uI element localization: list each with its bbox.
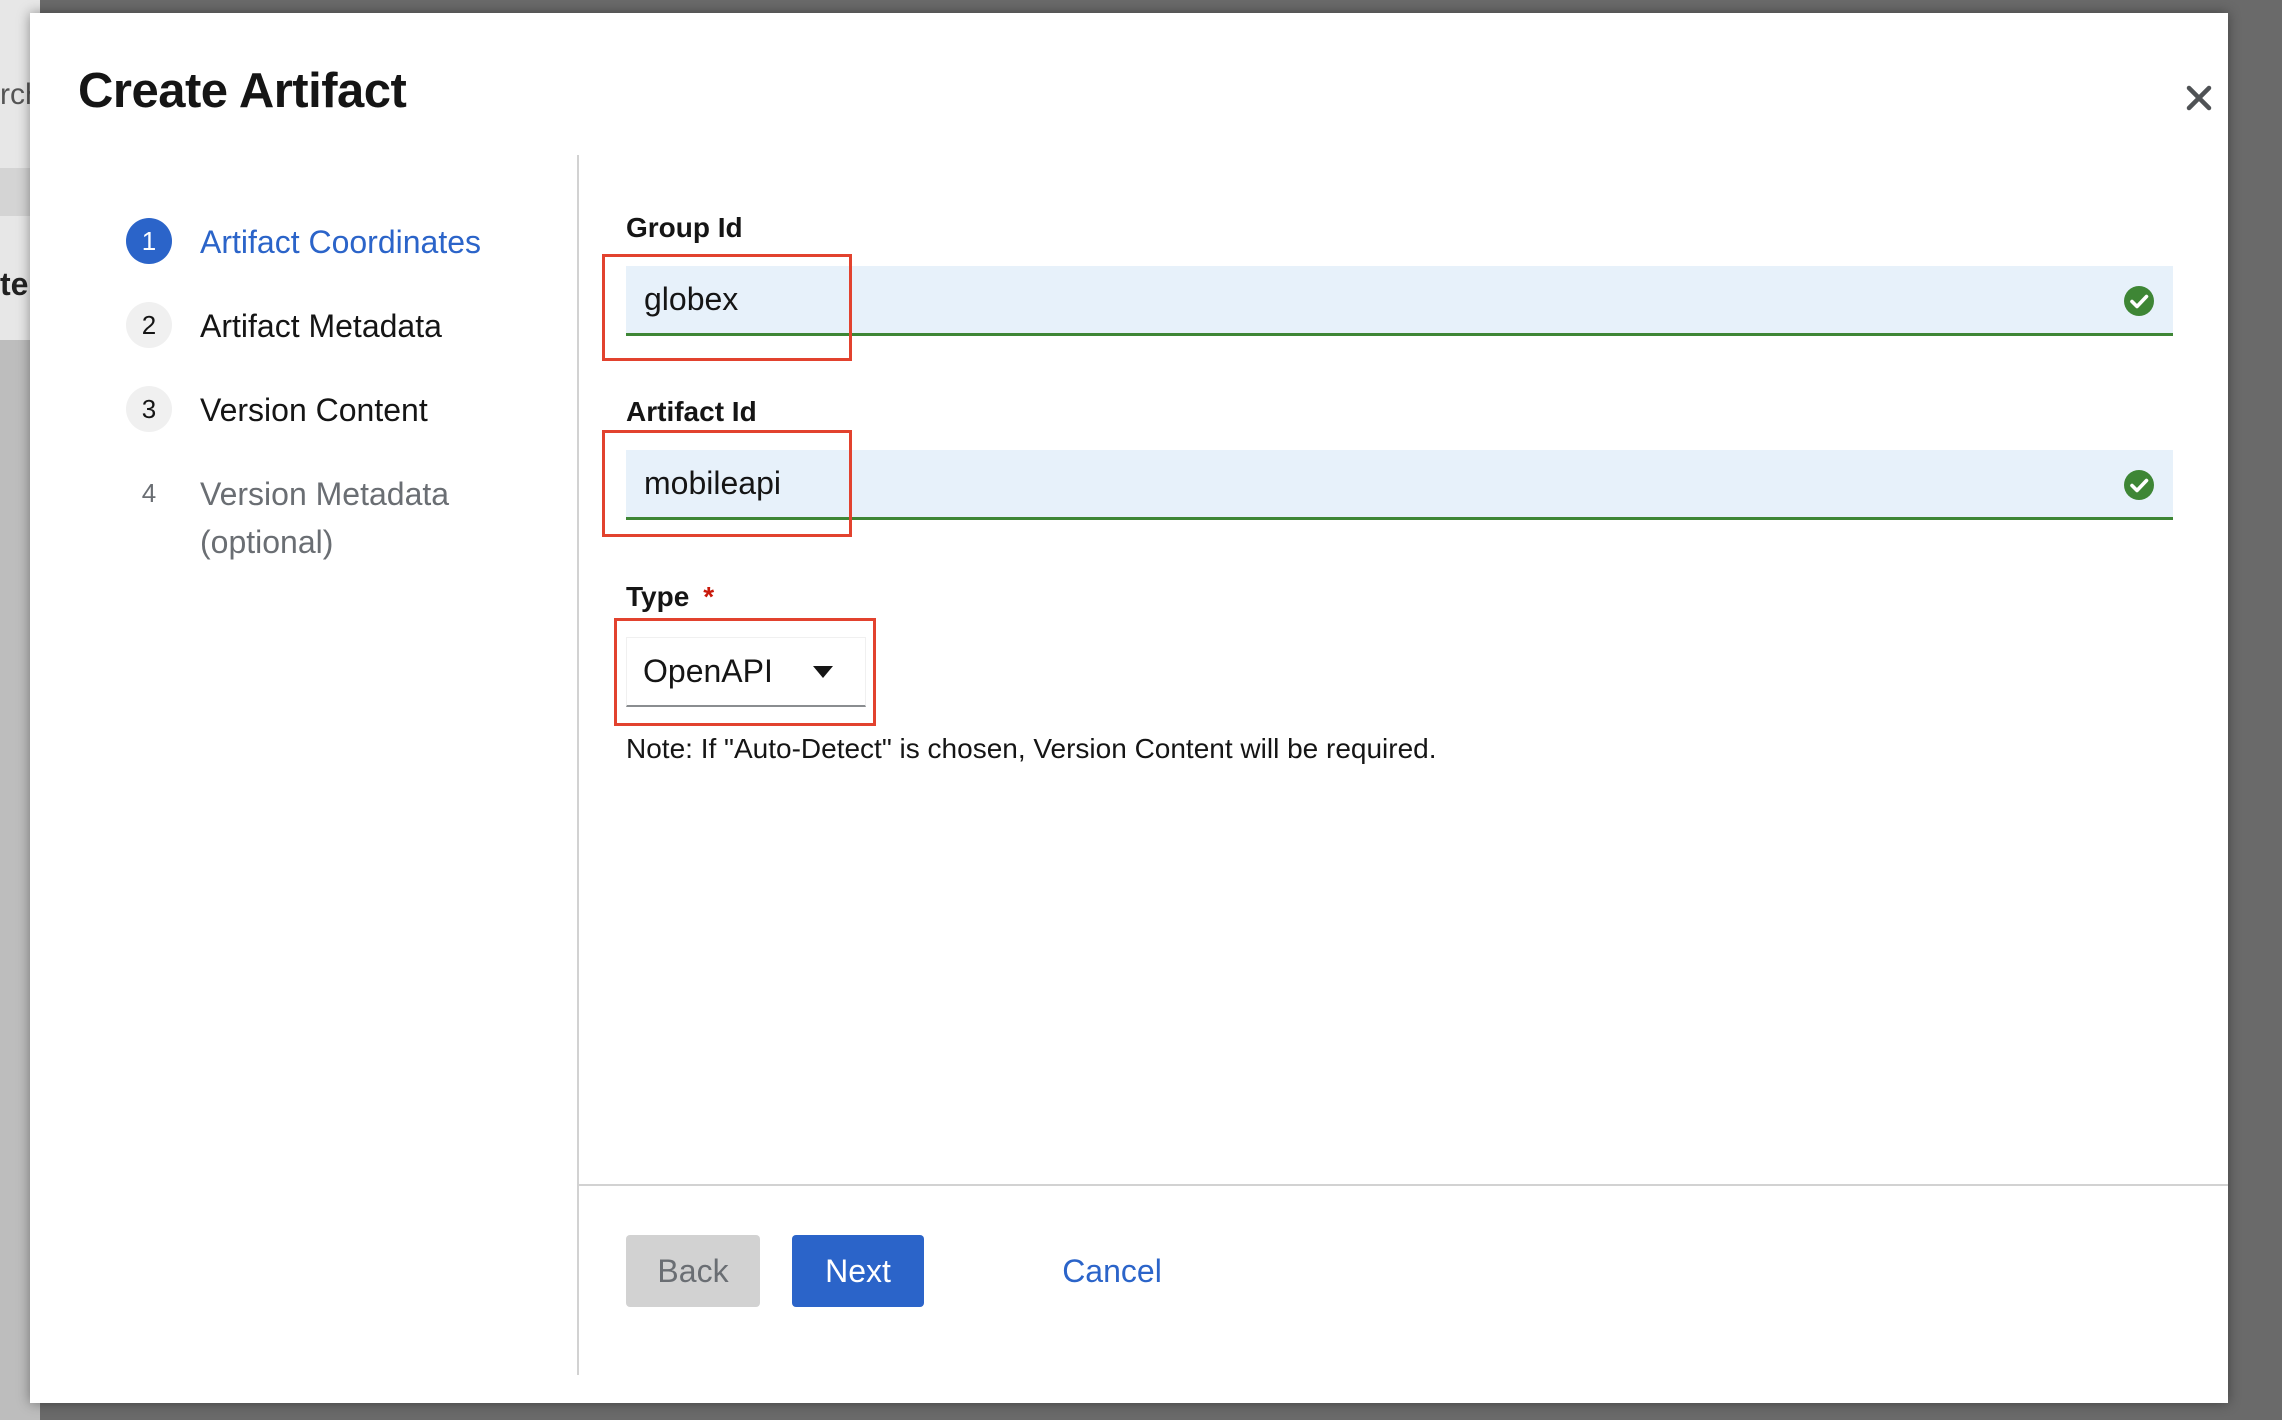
highlight-annotation — [602, 430, 852, 537]
create-artifact-modal: Create Artifact 1 Artifact Coordinates 2… — [30, 13, 2228, 1403]
group-id-input[interactable] — [642, 280, 2046, 319]
step-number: 2 — [126, 302, 172, 348]
step-number: 4 — [141, 477, 157, 508]
back-button[interactable]: Back — [626, 1235, 760, 1307]
type-label-text: Type — [626, 581, 690, 612]
step-label: Artifact Coordinates — [200, 224, 482, 260]
step-label: Artifact Metadata — [200, 308, 442, 344]
close-button[interactable] — [2174, 73, 2224, 123]
footer-divider — [579, 1184, 2228, 1186]
highlight-annotation — [614, 618, 876, 726]
group-id-label: Group Id — [626, 212, 743, 243]
step-number: 3 — [126, 386, 172, 432]
check-circle-icon — [2124, 470, 2154, 500]
check-circle-icon — [2124, 286, 2154, 316]
artifact-id-field-wrapper — [626, 450, 2173, 520]
wizard-step-version-metadata: 4 Version Metadata (optional) — [126, 470, 520, 566]
step-number: 1 — [126, 218, 172, 264]
artifact-id-label: Artifact Id — [626, 396, 757, 427]
type-label: Type * — [626, 581, 714, 613]
background-heading-fragment: te — [0, 266, 29, 302]
modal-title: Create Artifact — [78, 64, 407, 118]
group-id-field-wrapper — [626, 266, 2173, 336]
next-button[interactable]: Next — [792, 1235, 924, 1307]
close-icon — [2186, 85, 2212, 111]
highlight-annotation — [602, 254, 852, 361]
required-indicator: * — [703, 581, 715, 612]
type-helper-note: Note: If "Auto-Detect" is chosen, Versio… — [626, 733, 1437, 764]
cancel-button[interactable]: Cancel — [1042, 1235, 1182, 1307]
wizard-step-version-content[interactable]: 3 Version Content — [126, 386, 520, 434]
step-label: Version Content — [200, 392, 428, 428]
artifact-id-input[interactable] — [642, 464, 2046, 503]
step-label: Version Metadata (optional) — [200, 476, 450, 560]
wizard-step-artifact-coordinates[interactable]: 1 Artifact Coordinates — [126, 218, 520, 266]
wizard-step-artifact-metadata[interactable]: 2 Artifact Metadata — [126, 302, 520, 350]
wizard-nav: 1 Artifact Coordinates 2 Artifact Metada… — [30, 155, 579, 1375]
